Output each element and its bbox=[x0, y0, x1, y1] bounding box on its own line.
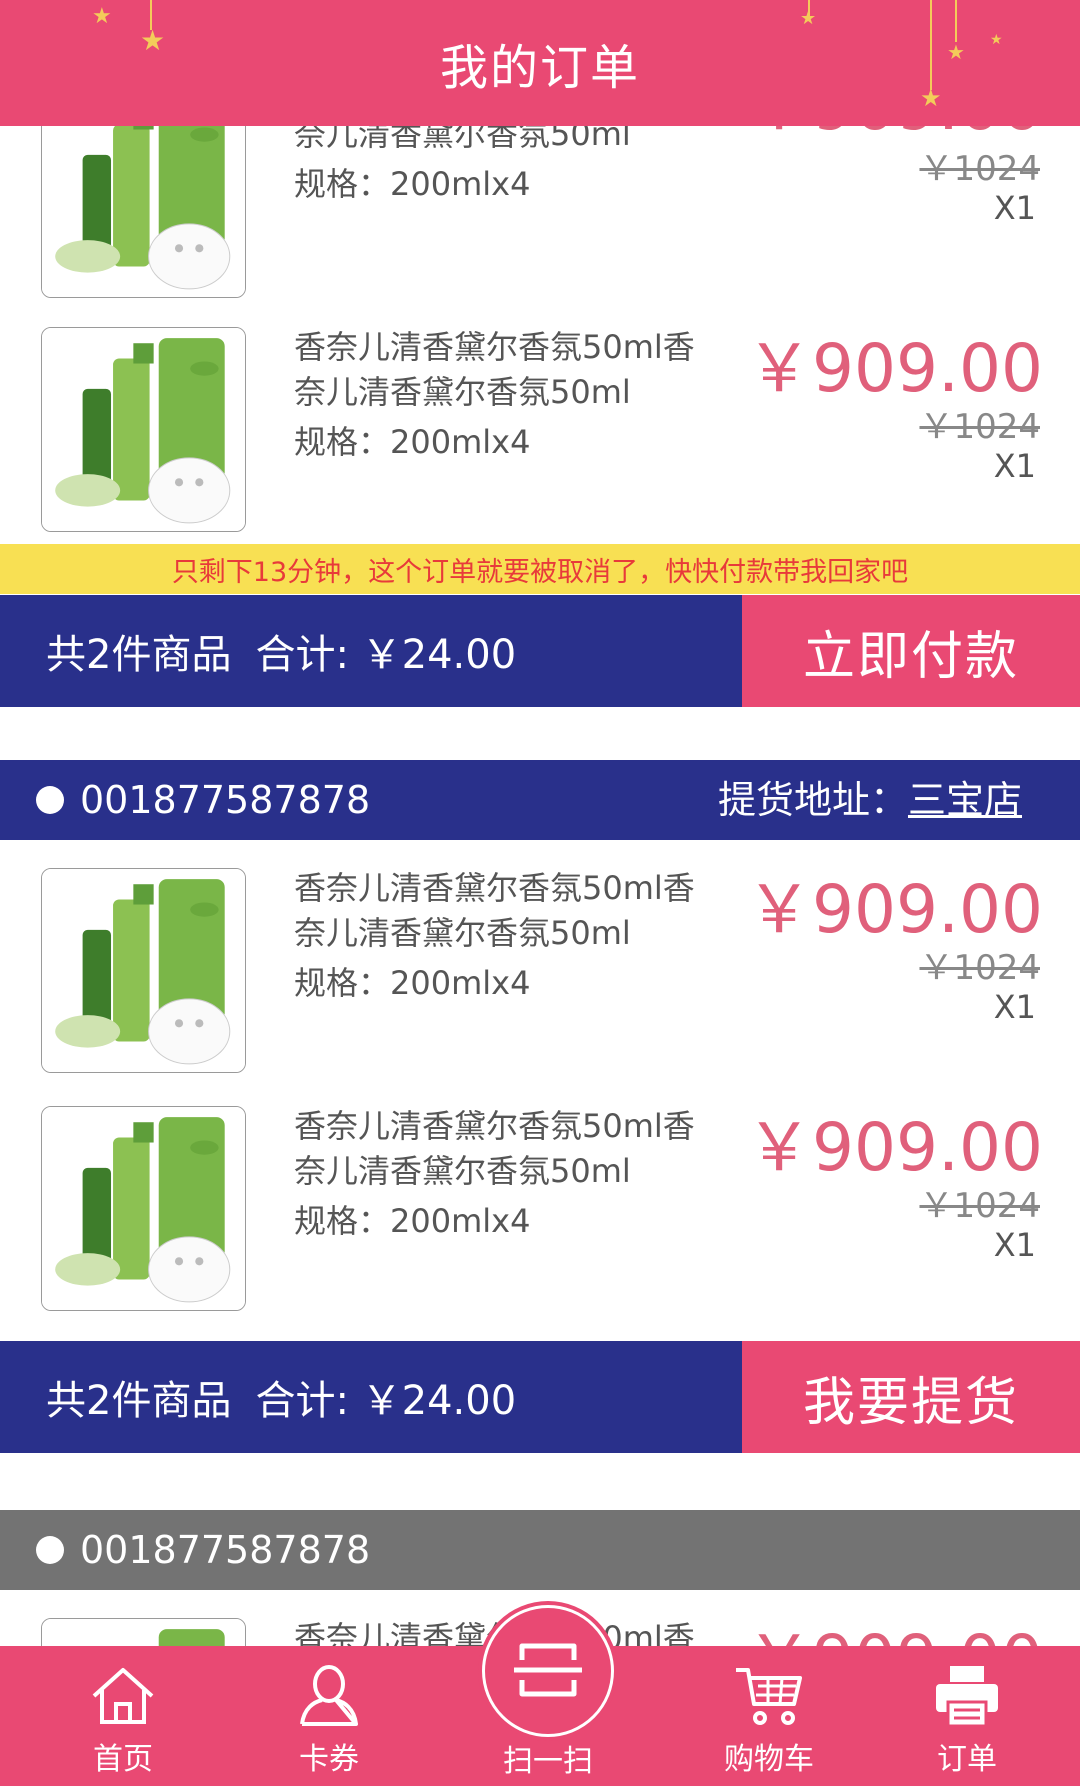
product-price: ￥909.00 bbox=[746, 1606, 1043, 1646]
tab-home[interactable]: 首页 bbox=[48, 1646, 198, 1786]
payment-warning: 只剩下13分钟，这个订单就要被取消了，快快付款带我回家吧 bbox=[0, 544, 1080, 594]
product-quantity: X1 bbox=[993, 1226, 1036, 1264]
product-spec: 规格：200mlx4 bbox=[294, 964, 531, 1002]
pickup-store-link[interactable]: 三宝店 bbox=[908, 778, 1022, 822]
order-item[interactable]: 香奈儿清香黛尔香氛50ml香奈儿清香黛尔香氛50ml 规格：200mlx4 ￥9… bbox=[0, 1078, 1080, 1316]
tab-scan-label: 扫一扫 bbox=[503, 1744, 593, 1779]
order-number: 001877587878 bbox=[80, 1528, 371, 1572]
decor-string bbox=[955, 0, 957, 42]
pickup-label: 提货地址： bbox=[717, 778, 908, 822]
product-name: 香奈儿清香黛尔香氛50ml香奈儿清香黛尔香氛50ml bbox=[294, 869, 695, 952]
product-price: ￥909.00 bbox=[746, 330, 1043, 407]
item-count: 共2件商品 bbox=[46, 1378, 232, 1424]
bottom-tab-bar: 首页 卡券 扫一扫 购物车 订单 bbox=[0, 1605, 1080, 1786]
product-image bbox=[41, 327, 246, 532]
star-decoration: ★ bbox=[140, 24, 166, 57]
page-title: 我的订单 bbox=[439, 40, 640, 96]
product-image bbox=[41, 126, 246, 298]
tab-coupons[interactable]: 卡券 bbox=[254, 1646, 404, 1786]
order-summary-bar: 共2件商品 合计: ￥24.00 立即付款 bbox=[0, 595, 1080, 707]
order-summary: 共2件商品 合计: ￥24.00 bbox=[46, 1341, 516, 1453]
product-name: 香奈儿清香黛尔香氛50ml香奈儿清香黛尔香氛50ml bbox=[294, 328, 695, 411]
product-quantity: X1 bbox=[993, 189, 1036, 227]
product-spec: 规格：200mlx4 bbox=[294, 165, 531, 203]
tab-cart[interactable]: 购物车 bbox=[694, 1646, 844, 1786]
product-name: 香奈儿清香黛尔香氛50ml香奈儿清香黛尔香氛50ml bbox=[294, 1107, 695, 1190]
bullet-dot bbox=[36, 1536, 64, 1564]
product-name: 香奈儿清香黛尔香氛50ml香奈儿清香黛尔香氛50ml bbox=[294, 126, 631, 153]
order-item[interactable]: 香奈儿清香黛尔香氛50ml香奈儿清香黛尔香氛50ml 规格：200mlx4 ￥9… bbox=[0, 840, 1080, 1078]
star-decoration: ★ bbox=[920, 84, 942, 112]
product-price: ￥909.00 bbox=[746, 1109, 1043, 1186]
item-count: 共2件商品 bbox=[46, 632, 232, 678]
tab-coupons-label: 卡券 bbox=[299, 1742, 359, 1777]
tab-cart-label: 购物车 bbox=[724, 1742, 814, 1777]
product-image bbox=[41, 1106, 246, 1311]
pay-now-button[interactable]: 立即付款 bbox=[742, 595, 1080, 707]
user-icon bbox=[300, 1665, 358, 1726]
order-list[interactable]: 香奈儿清香黛尔香氛50ml香奈儿清香黛尔香氛50ml 规格：200mlx4 ￥9… bbox=[0, 126, 1080, 1646]
product-image bbox=[41, 868, 246, 1073]
order-header: 001877587878 提货地址：三宝店 bbox=[0, 760, 1080, 840]
pickup-button[interactable]: 我要提货 bbox=[742, 1341, 1080, 1453]
tab-home-label: 首页 bbox=[93, 1742, 153, 1777]
star-decoration: ★ bbox=[800, 8, 817, 29]
order-number: 001877587878 bbox=[80, 778, 371, 822]
bullet-dot bbox=[36, 786, 64, 814]
product-image bbox=[41, 1618, 246, 1646]
tab-orders-label: 订单 bbox=[937, 1742, 997, 1777]
order-summary: 共2件商品 合计: ￥24.00 bbox=[46, 595, 516, 707]
home-icon bbox=[92, 1668, 154, 1724]
app-header: ★ ★ ★ ★ ★ ★ 我的订单 bbox=[0, 0, 1080, 126]
order-total: 合计: ￥24.00 bbox=[255, 1378, 517, 1424]
printer-icon bbox=[936, 1666, 998, 1728]
product-price: ￥909.00 bbox=[746, 871, 1043, 948]
order-header: 001877587878 bbox=[0, 1510, 1080, 1590]
original-price: ￥1024 bbox=[919, 1186, 1040, 1226]
original-price: ￥1024 bbox=[919, 149, 1040, 189]
order-summary-bar: 共2件商品 合计: ￥24.00 我要提货 bbox=[0, 1341, 1080, 1453]
cart-icon bbox=[736, 1668, 802, 1725]
pickup-address: 提货地址：三宝店 bbox=[718, 760, 1022, 840]
tab-orders[interactable]: 订单 bbox=[892, 1646, 1042, 1786]
product-quantity: X1 bbox=[993, 988, 1036, 1026]
scan-icon bbox=[514, 1643, 582, 1697]
order-item[interactable]: 香奈儿清香黛尔香氛50ml香奈儿清香黛尔香氛50ml 规格：200mlx4 ￥9… bbox=[0, 291, 1080, 532]
scan-button[interactable] bbox=[482, 1605, 614, 1737]
order-item[interactable]: 香奈儿清香黛尔香氛50ml香奈儿清香黛尔香氛50ml 规格：200mlx4 ￥9… bbox=[0, 126, 1080, 298]
star-decoration: ★ bbox=[947, 40, 965, 64]
original-price: ￥1024 bbox=[919, 948, 1040, 988]
star-decoration: ★ bbox=[990, 32, 1003, 48]
original-price: ￥1024 bbox=[919, 407, 1040, 447]
star-decoration: ★ bbox=[92, 4, 112, 29]
decor-string bbox=[930, 0, 932, 90]
product-spec: 规格：200mlx4 bbox=[294, 423, 531, 461]
product-quantity: X1 bbox=[993, 447, 1036, 485]
order-total: 合计: ￥24.00 bbox=[255, 632, 517, 678]
product-spec: 规格：200mlx4 bbox=[294, 1202, 531, 1240]
